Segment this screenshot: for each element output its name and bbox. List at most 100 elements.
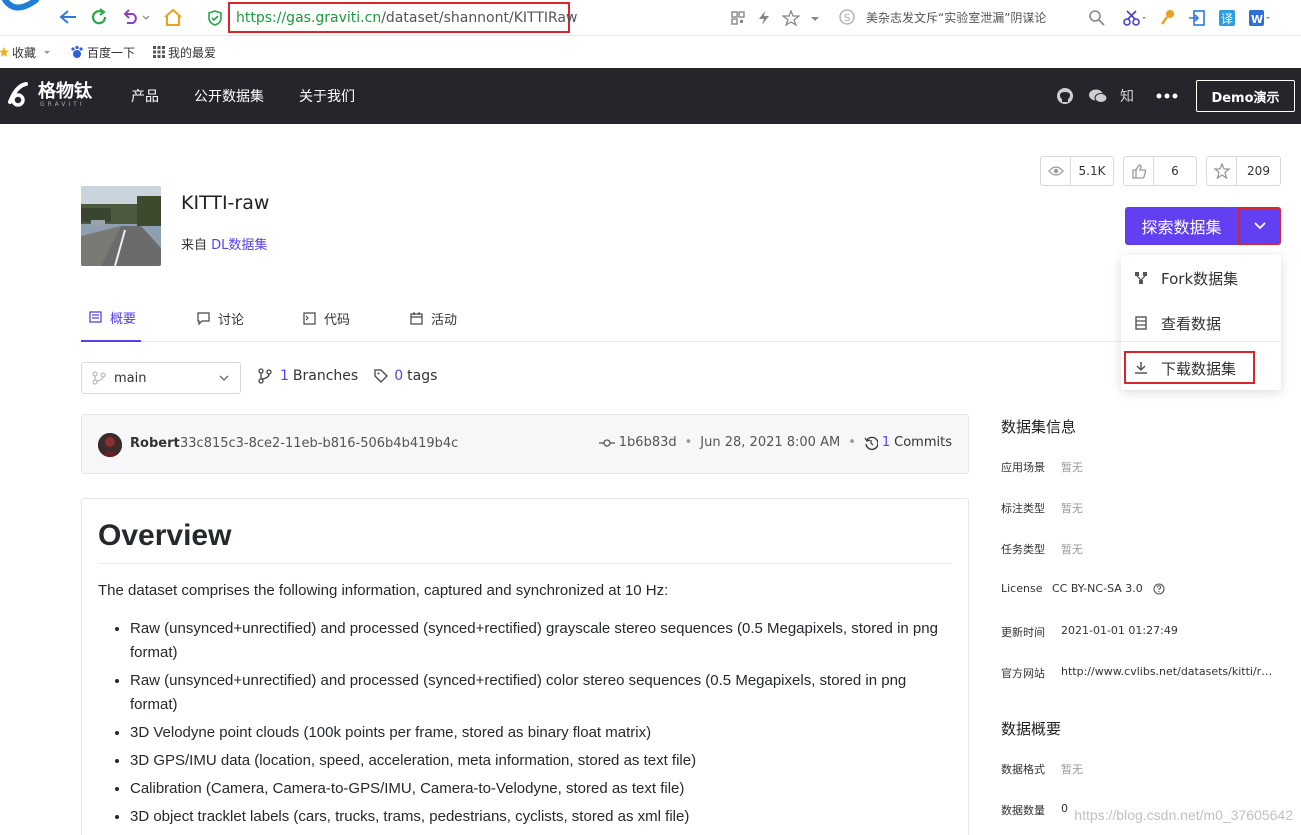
eye-icon bbox=[1041, 157, 1071, 185]
tags-label[interactable]: tags bbox=[407, 368, 437, 384]
nav-open-datasets[interactable]: 公开数据集 bbox=[194, 86, 264, 106]
nav-products[interactable]: 产品 bbox=[131, 86, 159, 106]
tab-label: 讨论 bbox=[218, 312, 245, 328]
info-label: 官方网站 bbox=[1001, 667, 1045, 680]
menu-item-label: Fork数据集 bbox=[1161, 269, 1239, 288]
info-value: CC BY-NC-SA 3.0 bbox=[1052, 582, 1143, 595]
source-link[interactable]: DL数据集 bbox=[211, 238, 267, 253]
undo-button[interactable] bbox=[120, 6, 152, 28]
list-icon bbox=[89, 311, 102, 323]
graviti-logo[interactable]: 格物钛 GRAVITI bbox=[6, 80, 92, 110]
branch-icon bbox=[92, 371, 106, 385]
refresh-button[interactable] bbox=[88, 6, 110, 28]
dataset-thumbnail bbox=[81, 186, 161, 266]
baidu-paw-icon bbox=[71, 45, 83, 58]
likes-count: 6 bbox=[1171, 164, 1179, 178]
views-count: 5.1K bbox=[1078, 164, 1106, 178]
word-icon[interactable]: W bbox=[1248, 9, 1272, 27]
explore-dataset-button[interactable]: 探索数据集 bbox=[1125, 207, 1281, 245]
readme-content: Overview The dataset comprises the follo… bbox=[81, 498, 969, 835]
demo-button[interactable]: Demo演示 bbox=[1196, 80, 1295, 112]
home-icon bbox=[164, 8, 182, 26]
address-bar[interactable]: https://gas.graviti.cn/dataset/shannont/… bbox=[228, 2, 577, 33]
menu-item-fork[interactable]: Fork数据集 bbox=[1121, 263, 1281, 293]
list-item: 3D GPS/IMU data (location, speed, accele… bbox=[130, 749, 952, 773]
road-scene-image bbox=[81, 186, 161, 266]
explore-dataset-label[interactable]: 探索数据集 bbox=[1125, 207, 1238, 245]
dataset-source: 来自 DL数据集 bbox=[181, 234, 267, 253]
calendar-icon bbox=[410, 311, 423, 325]
scissors-icon[interactable] bbox=[1122, 9, 1148, 27]
info-value: 暂无 bbox=[1061, 502, 1083, 515]
translate-icon[interactable]: 译 bbox=[1218, 9, 1236, 27]
readme-intro: The dataset comprises the following info… bbox=[98, 582, 669, 599]
explore-dropdown-toggle[interactable] bbox=[1238, 207, 1281, 245]
chevron-down-icon bbox=[44, 51, 51, 54]
qr-code-icon[interactable] bbox=[730, 10, 746, 26]
wechat-icon[interactable] bbox=[1088, 87, 1108, 105]
github-icon[interactable] bbox=[1056, 87, 1074, 105]
svg-text:译: 译 bbox=[1221, 12, 1233, 26]
tags-count[interactable]: 0 bbox=[394, 368, 403, 384]
csdn-watermark: https://blog.csdn.net/m0_37605642 bbox=[1074, 807, 1293, 823]
info-value: 暂无 bbox=[1061, 543, 1083, 556]
star-button[interactable]: 209 bbox=[1206, 156, 1281, 186]
views-stat[interactable]: 5.1K bbox=[1040, 156, 1114, 186]
back-arrow-icon bbox=[59, 10, 76, 24]
branch-select[interactable]: main bbox=[81, 362, 241, 394]
avatar[interactable] bbox=[98, 433, 122, 457]
like-button[interactable]: 6 bbox=[1123, 156, 1197, 186]
tab-overview[interactable]: 概要 bbox=[81, 294, 141, 342]
branches-label[interactable]: Branches bbox=[293, 368, 358, 384]
info-label: 数据格式 bbox=[1001, 763, 1045, 776]
tab-code[interactable]: 代码 bbox=[303, 294, 350, 342]
commit-date: Jun 28, 2021 8:00 AM bbox=[700, 435, 841, 450]
source-label: 来自 bbox=[181, 238, 208, 253]
help-icon[interactable] bbox=[1153, 583, 1165, 595]
branches-count[interactable]: 1 bbox=[280, 368, 289, 384]
bookmark-my-favorites[interactable]: 我的最爱 bbox=[153, 44, 216, 61]
logo-subtext: GRAVITI bbox=[40, 100, 85, 108]
separator-dot: • bbox=[848, 435, 856, 450]
commits-count[interactable]: 1 bbox=[882, 435, 890, 450]
info-value: 暂无 bbox=[1061, 461, 1083, 474]
list-item: Calibration (Camera, Camera-to-GPS/IMU, … bbox=[130, 777, 952, 801]
dataset-info-title: 数据集信息 bbox=[1001, 418, 1077, 436]
readme-heading: Overview bbox=[98, 519, 952, 564]
lightning-icon[interactable] bbox=[756, 10, 772, 26]
commit-author[interactable]: Robert bbox=[130, 436, 180, 451]
bookmark-label: 收藏 bbox=[12, 45, 37, 60]
website-link[interactable]: http://www.cvlibs.net/datasets/kitti/ra.… bbox=[1061, 665, 1277, 681]
info-label: 应用场景 bbox=[1001, 461, 1045, 474]
commit-short-hash[interactable]: 1b6b83d bbox=[619, 435, 677, 450]
info-row-website: 官方网站 http://www.cvlibs.net/datasets/kitt… bbox=[1001, 665, 1281, 681]
chevron-down-icon[interactable] bbox=[808, 10, 822, 26]
tab-discussion[interactable]: 讨论 bbox=[197, 294, 244, 342]
main-nav: 产品 公开数据集 关于我们 bbox=[131, 68, 390, 124]
branch-tag-info: 1 Branches 0 tags bbox=[258, 368, 437, 384]
latest-commit: Robert 33c815c3-8ce2-11eb-b816-506b4b419… bbox=[81, 414, 969, 474]
login-icon[interactable] bbox=[1188, 9, 1206, 27]
tag-icon bbox=[374, 369, 389, 383]
more-icon[interactable] bbox=[1156, 93, 1178, 99]
fork-icon bbox=[1133, 272, 1149, 284]
chevron-down-icon bbox=[1253, 222, 1266, 230]
commits-label[interactable]: Commits bbox=[894, 435, 952, 450]
back-button[interactable] bbox=[57, 6, 79, 28]
star-icon[interactable] bbox=[782, 10, 800, 26]
commit-id: 33c815c3-8ce2-11eb-b816-506b4b419b4c bbox=[180, 436, 459, 451]
undo-icon bbox=[123, 9, 150, 24]
home-button[interactable] bbox=[162, 6, 184, 28]
nav-about-us[interactable]: 关于我们 bbox=[299, 86, 355, 106]
search-icon[interactable] bbox=[1088, 9, 1106, 27]
commit-icon bbox=[598, 438, 615, 447]
zhihu-icon[interactable]: 知 bbox=[1120, 86, 1134, 106]
news-ticker[interactable]: 美杂志发文斥“实验室泄漏”阴谋论 bbox=[866, 9, 1046, 26]
tab-activity[interactable]: 活动 bbox=[410, 294, 457, 342]
browser-toolbar: https://gas.graviti.cn/dataset/shannont/… bbox=[0, 0, 1301, 36]
bookmark-label: 百度一下 bbox=[87, 45, 136, 60]
bookmark-favorites[interactable]: 收藏 bbox=[0, 44, 52, 61]
info-row-scenario: 应用场景 暂无 bbox=[1001, 459, 1281, 475]
key-icon[interactable] bbox=[1160, 9, 1176, 27]
bookmark-baidu[interactable]: 百度一下 bbox=[70, 44, 135, 61]
